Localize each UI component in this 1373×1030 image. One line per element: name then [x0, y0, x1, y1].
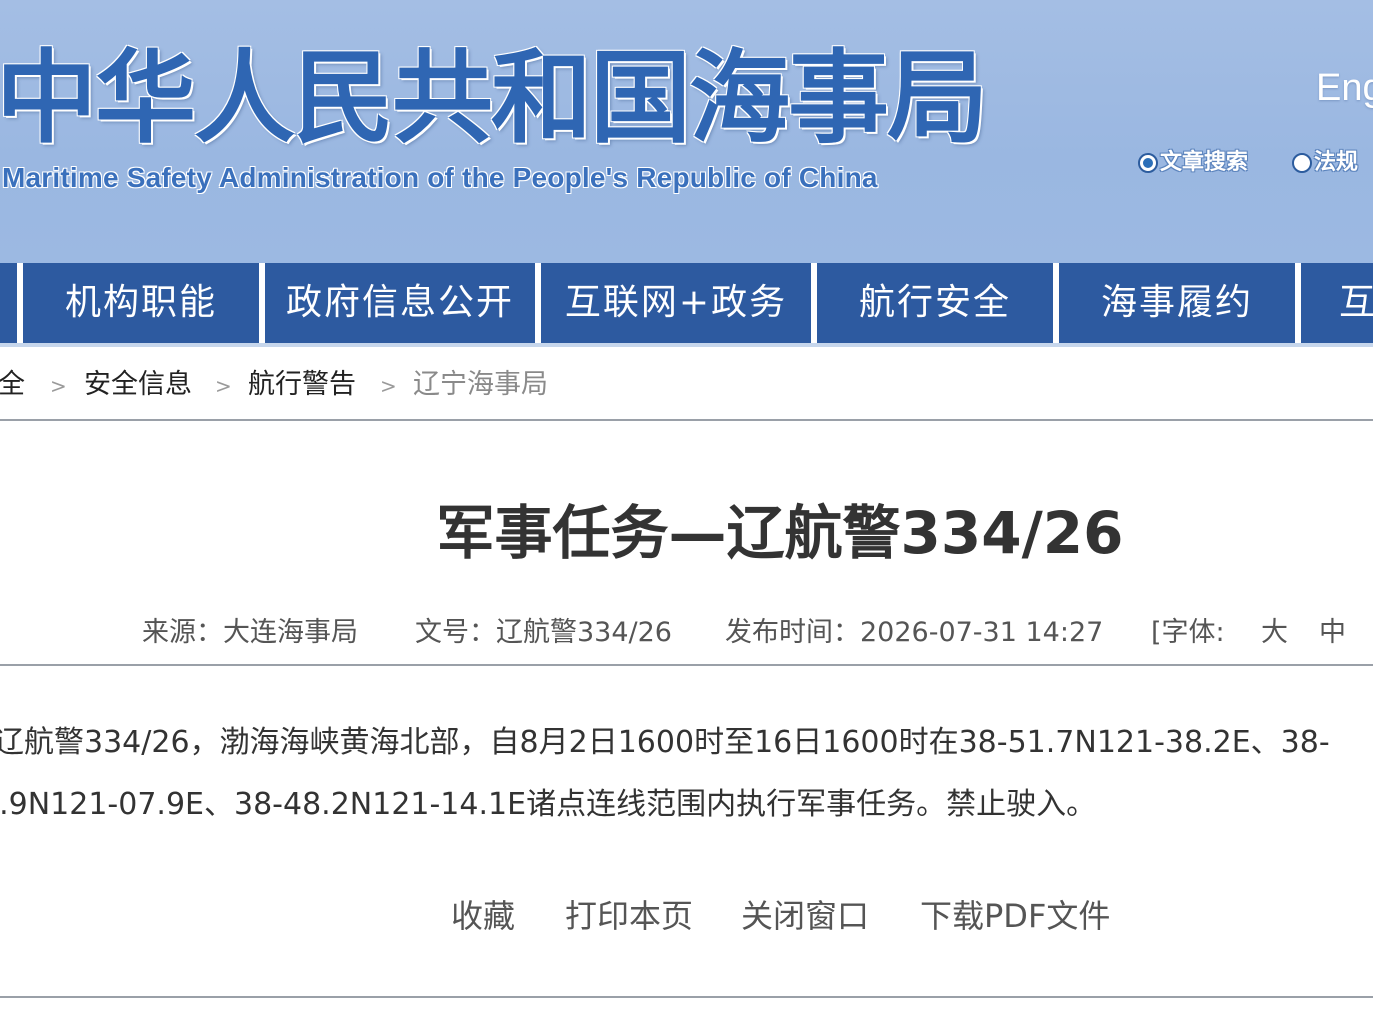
breadcrumb-item-current: 辽宁海事局: [413, 369, 548, 400]
nav-item-navigation-safety[interactable]: 航行安全: [817, 263, 1053, 343]
download-pdf-button[interactable]: 下载PDF文件: [920, 896, 1110, 936]
article-actions: 收藏 打印本页 关闭窗口 下载PDF文件: [0, 890, 1373, 998]
nav-item-gov-info-disclosure[interactable]: 政府信息公开: [265, 263, 535, 343]
footer-spacer: [0, 998, 1373, 1030]
breadcrumb-separator: >: [50, 374, 67, 398]
close-window-button[interactable]: 关闭窗口: [741, 896, 869, 936]
article-body-line: 5.9N121-07.9E、38-48.2N121-14.1E诸点连线范围内执行…: [0, 787, 1097, 822]
search-option-law[interactable]: 法规: [1292, 148, 1358, 178]
radio-checked-icon[interactable]: [1138, 153, 1158, 173]
print-page-button[interactable]: 打印本页: [565, 896, 693, 936]
nav-item-agency-functions[interactable]: 机构职能: [23, 263, 259, 343]
font-size-large-button[interactable]: 大: [1261, 616, 1288, 650]
favorite-button[interactable]: 收藏: [451, 896, 515, 936]
breadcrumb-item[interactable]: 全: [0, 369, 25, 401]
breadcrumb: 全 > 安全信息 > 航行警告 > 辽宁海事局: [0, 347, 1373, 421]
article-title: 军事任务—辽航警334/26: [436, 499, 1124, 567]
font-size-label: [字体:: [1151, 617, 1225, 648]
breadcrumb-item-safety-info[interactable]: 安全信息: [84, 369, 192, 401]
radio-unchecked-icon[interactable]: [1292, 153, 1312, 173]
nav-item-partial-left[interactable]: [0, 263, 17, 343]
article-meta-bar: 来源：大连海事局 文号：辽航警334/26 发布时间：2026-07-31 14…: [0, 600, 1373, 666]
site-title-en: Maritime Safety Administration of the Pe…: [2, 162, 878, 193]
breadcrumb-separator: >: [215, 374, 232, 398]
article-publish-time: 发布时间：2026-07-31 14:27: [725, 617, 1104, 648]
article-source: 来源：大连海事局: [142, 617, 358, 648]
search-option-label: 法规: [1314, 150, 1359, 175]
site-header-banner: 中华人民共和国海事局 Maritime Safety Administratio…: [0, 0, 1373, 263]
search-option-article[interactable]: 文章搜索: [1138, 148, 1248, 178]
nav-item-internet-gov-services[interactable]: 互联网+政务: [541, 263, 811, 343]
site-title-cn: 中华人民共和国海事局: [0, 39, 988, 157]
nav-item-partial-right[interactable]: 互: [1301, 263, 1373, 343]
english-version-link[interactable]: Eng: [1316, 66, 1373, 110]
article-doc-number: 文号：辽航警334/26: [415, 617, 672, 648]
article-body-line: 辽航警334/26，渤海海峡黄海北部，自8月2日1600时至16日1600时在3…: [0, 725, 1330, 760]
main-navigation: 机构职能 政府信息公开 互联网+政务 航行安全 海事履约 互: [0, 263, 1373, 347]
breadcrumb-separator: >: [380, 374, 397, 398]
search-option-label: 文章搜索: [1160, 150, 1249, 175]
nav-item-maritime-compliance[interactable]: 海事履约: [1059, 263, 1295, 343]
article-body: 辽航警334/26，渤海海峡黄海北部，自8月2日1600时至16日1600时在3…: [0, 712, 1373, 836]
breadcrumb-item-nav-warning[interactable]: 航行警告: [248, 369, 356, 401]
font-size-medium-button[interactable]: 中: [1319, 616, 1346, 650]
